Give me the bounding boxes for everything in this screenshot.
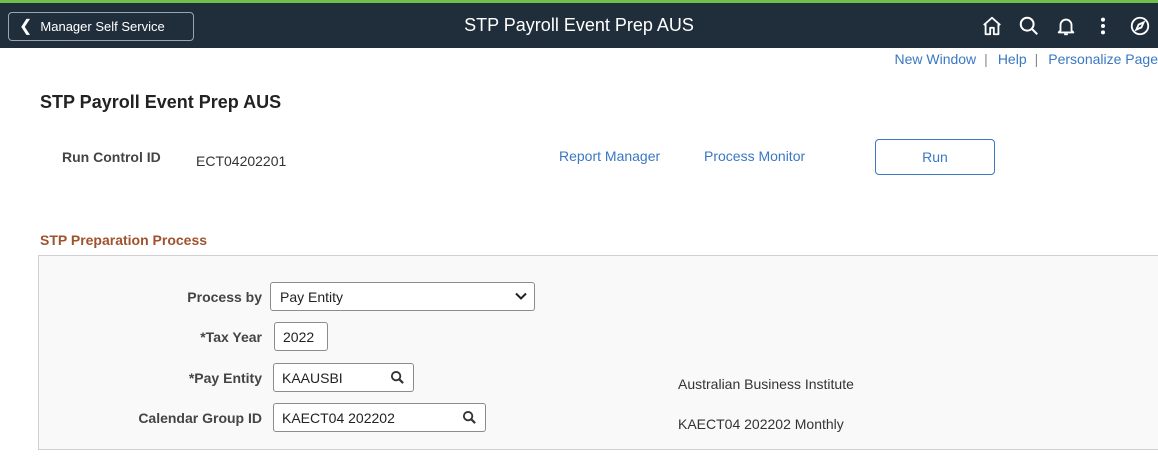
pay-entity-value: KAAUSBI	[282, 369, 343, 386]
process-monitor-link[interactable]: Process Monitor	[704, 148, 805, 164]
pay-entity-input[interactable]: KAAUSBI	[273, 363, 414, 392]
search-icon[interactable]	[390, 370, 405, 385]
back-button-label: Manager Self Service	[40, 19, 165, 34]
process-by-select[interactable]: Pay Entity	[270, 282, 535, 311]
section-title: STP Preparation Process	[40, 232, 208, 248]
report-manager-link[interactable]: Report Manager	[559, 148, 660, 164]
new-window-link[interactable]: New Window	[894, 51, 976, 67]
tax-year-value: 2022	[283, 328, 315, 345]
link-separator: |	[984, 51, 988, 67]
tax-year-input[interactable]: 2022	[274, 322, 328, 351]
run-control-label: Run Control ID	[62, 149, 161, 165]
pay-entity-description: Australian Business Institute	[678, 376, 854, 392]
process-by-label: Process by	[187, 289, 262, 305]
tax-year-label: *Tax Year	[200, 329, 262, 345]
compass-icon[interactable]	[1122, 8, 1158, 44]
search-icon[interactable]	[462, 410, 477, 425]
chevron-down-icon	[515, 292, 527, 300]
page-links: New Window | Help | Personalize Page	[894, 51, 1158, 67]
calendar-group-description: KAECT04 202202 Monthly	[678, 416, 844, 432]
run-control-value: ECT04202201	[196, 153, 287, 169]
run-button[interactable]: Run	[875, 139, 995, 175]
link-separator: |	[1034, 51, 1039, 67]
calendar-group-value: KAECT04 202202	[282, 409, 395, 426]
header-actions	[973, 3, 1158, 48]
bell-icon[interactable]	[1048, 8, 1084, 44]
chevron-left-icon: ❮	[19, 17, 33, 35]
search-icon[interactable]	[1011, 8, 1047, 44]
pay-entity-label: *Pay Entity	[188, 370, 262, 386]
top-navigation-bar: ❮ Manager Self Service STP Payroll Event…	[0, 3, 1158, 48]
kebab-menu-icon[interactable]	[1085, 8, 1121, 44]
calendar-group-label: Calendar Group ID	[138, 410, 262, 426]
home-icon[interactable]	[974, 8, 1010, 44]
back-button[interactable]: ❮ Manager Self Service	[8, 12, 194, 41]
personalize-page-link[interactable]: Personalize Page	[1048, 51, 1158, 67]
page-title: STP Payroll Event Prep AUS	[40, 92, 282, 112]
calendar-group-input[interactable]: KAECT04 202202	[273, 403, 486, 432]
process-by-value: Pay Entity	[280, 288, 344, 305]
help-link[interactable]: Help	[998, 51, 1027, 67]
